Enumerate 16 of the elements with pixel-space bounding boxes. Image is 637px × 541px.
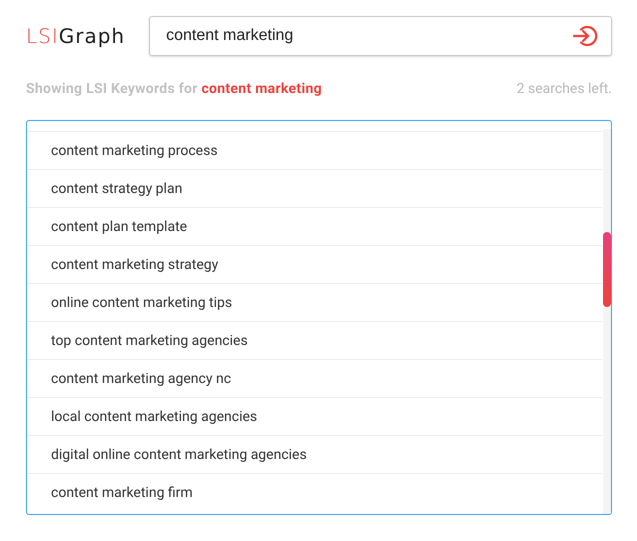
logo: LSIGraph bbox=[26, 24, 126, 48]
keyword-item[interactable]: digital online content marketing agencies bbox=[27, 435, 602, 473]
keyword-item[interactable]: content marketing firm bbox=[27, 473, 602, 511]
searches-left-text: 2 searches left. bbox=[516, 81, 612, 97]
submit-arrow-icon[interactable] bbox=[572, 24, 598, 48]
keyword-item[interactable]: content strategy plan bbox=[27, 169, 602, 207]
keyword-item[interactable]: content plan template bbox=[27, 207, 602, 245]
scrollbar-thumb[interactable] bbox=[603, 232, 611, 307]
keyword-item[interactable]: local content marketing agencies bbox=[27, 397, 602, 435]
keyword-item[interactable]: content marketing agency nc bbox=[27, 359, 602, 397]
search-field[interactable]: content marketing bbox=[149, 16, 612, 56]
keyword-item[interactable]: content marketing process bbox=[27, 131, 602, 169]
keyword-item[interactable]: content marketing strategy bbox=[27, 245, 602, 283]
keyword-item[interactable]: top content marketing agencies bbox=[27, 321, 602, 359]
keyword-item[interactable]: online content marketing tips bbox=[27, 283, 602, 321]
results-heading: Showing LSI Keywords for content marketing bbox=[26, 81, 322, 97]
